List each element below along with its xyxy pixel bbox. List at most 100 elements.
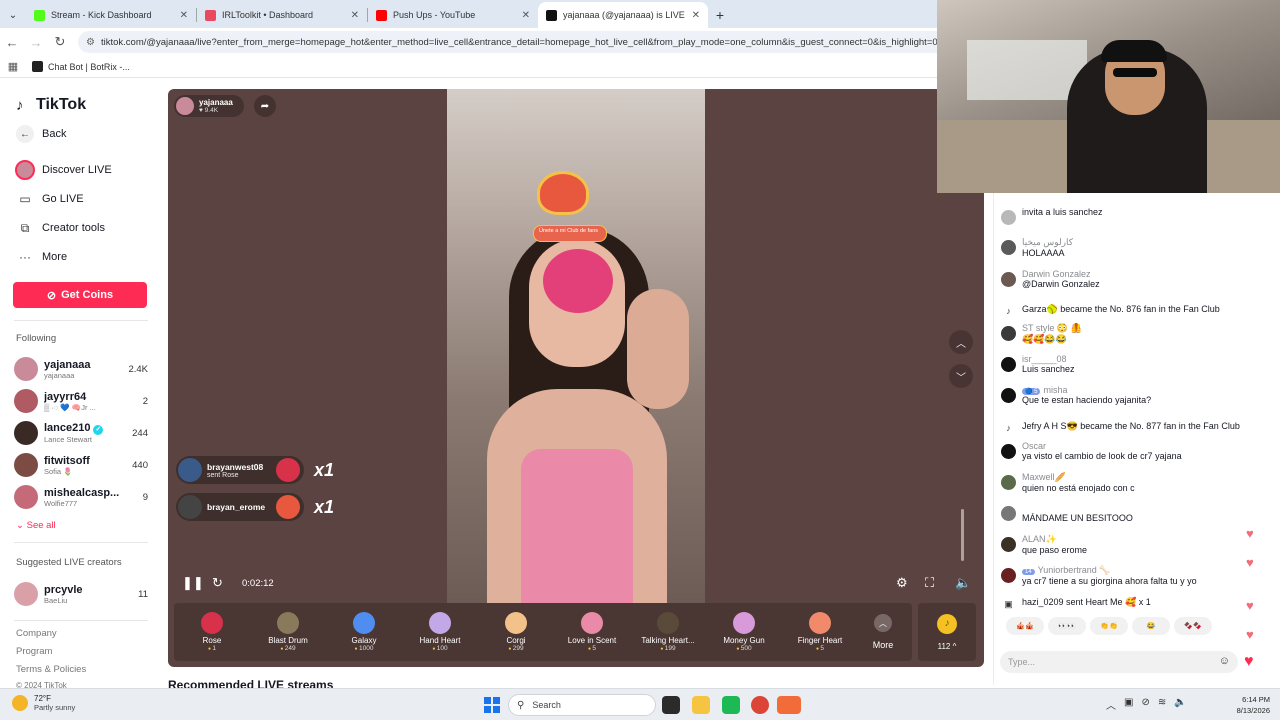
task-view-icon[interactable]: [662, 696, 680, 714]
chat-text: Garza🥎 became the No. 876 fan in the Fan…: [1022, 304, 1220, 314]
gift-blast-drum[interactable]: Blast Drum249: [250, 603, 326, 661]
refresh-icon[interactable]: ↻: [212, 575, 223, 591]
reload-icon[interactable]: ↻: [48, 34, 72, 50]
chat-username[interactable]: ST style 😳 🦺: [1022, 323, 1082, 334]
fullscreen-icon[interactable]: ⛶: [925, 575, 934, 591]
nav-more[interactable]: ··· More: [14, 247, 67, 267]
windows-taskbar: 72°F Partly sunny ⚲ Search ︿ ▣ ⊘ ≋ 🔈 6:1…: [0, 688, 1280, 720]
wifi-icon[interactable]: ≋: [1158, 697, 1166, 712]
clock[interactable]: 6:14 PM 8/13/2026: [1220, 694, 1270, 716]
following-name: jayyrr64: [44, 390, 87, 403]
taskbar-search[interactable]: ⚲ Search: [508, 694, 656, 716]
quick-reaction[interactable]: 🍫🍫: [1174, 617, 1212, 635]
settings-icon[interactable]: ⚙: [896, 575, 908, 591]
avatar: [1001, 388, 1016, 403]
active-app-icon[interactable]: [777, 696, 801, 714]
tray-app-icon[interactable]: ▣: [1124, 697, 1133, 712]
chat-username[interactable]: [1022, 503, 1133, 513]
new-tab-button[interactable]: +: [708, 2, 732, 28]
following-item-lance210[interactable]: lance210 ✓ Lance Stewart 244: [14, 418, 148, 448]
live-video[interactable]: Únete a mi Club de fans: [447, 89, 705, 603]
live-player[interactable]: Únete a mi Club de fans yajanaaa ♥ 9.4K …: [168, 89, 984, 667]
browser-tab-irltoolkit[interactable]: IRLToolkit • Dashboard ✕: [197, 2, 367, 28]
nav-go-live[interactable]: ▭ Go LIVE: [14, 189, 83, 209]
see-all-link[interactable]: ⌄ See all: [16, 520, 56, 531]
browser-tab-tiktok[interactable]: yajanaaa (@yajanaaa) is LIVE ✕: [538, 2, 708, 28]
volume-slider[interactable]: [961, 509, 964, 561]
apps-grid-icon[interactable]: ▦: [0, 60, 26, 73]
coin-balance[interactable]: ♪ 112 ^: [918, 603, 976, 661]
following-item-jayyrr64[interactable]: jayyrr64 ▒ ·◌ 💙 🧠Jr ... 2: [14, 386, 148, 416]
divider: [14, 320, 148, 321]
nav-discover-live[interactable]: Discover LIVE: [14, 160, 112, 180]
gift-corgi[interactable]: Corgi299: [478, 603, 554, 661]
avatar: [178, 458, 202, 482]
quick-reaction[interactable]: 👀👀: [1048, 617, 1086, 635]
gift-money-gun[interactable]: Money Gun500: [706, 603, 782, 661]
tray-chevron-icon[interactable]: ︿: [1106, 697, 1116, 712]
following-item-yajanaaa[interactable]: yajanaaa yajanaaa 2.4K: [14, 354, 148, 384]
browser-tab-kick[interactable]: Stream - Kick Dashboard ✕: [26, 2, 196, 28]
browser-tab-youtube[interactable]: Push Ups - YouTube ✕: [368, 2, 538, 28]
footer-program-link[interactable]: Program: [16, 646, 52, 657]
app-icon[interactable]: [722, 696, 740, 714]
chat-username[interactable]: Darwin Gonzalez: [1022, 269, 1100, 279]
gift-galaxy[interactable]: Galaxy1000: [326, 603, 402, 661]
speaker-icon[interactable]: 🔈: [1174, 697, 1186, 712]
file-explorer-icon[interactable]: [692, 696, 710, 714]
chat-username[interactable]: isr_____08: [1022, 354, 1075, 364]
chrome-icon[interactable]: [751, 696, 769, 714]
chat-username[interactable]: Maxwell🥖: [1022, 472, 1135, 483]
tab-close-icon[interactable]: ✕: [180, 10, 188, 21]
more-gifts-button[interactable]: ︿ More: [858, 603, 908, 661]
chat-panel: invita a luis sanchez كارلوس ميخيا HOLAAA…: [993, 193, 1273, 685]
tab-search-menu-icon[interactable]: ⌄: [0, 2, 26, 28]
chat-username[interactable]: Yuniorbertrand 🦴: [1038, 565, 1111, 575]
previous-live-icon[interactable]: ︿: [949, 330, 973, 354]
gift-talking-heart[interactable]: Talking Heart...199: [630, 603, 706, 661]
quick-reaction[interactable]: 🎪🎪: [1006, 617, 1044, 635]
suggested-item-prcyvle[interactable]: prcyvle BaeLiu 11: [14, 579, 148, 609]
quick-reaction[interactable]: 👏👏: [1090, 617, 1128, 635]
gift-name: Corgi: [506, 636, 526, 645]
bookmark-chatbot[interactable]: Chat Bot | BotRix -...: [32, 61, 130, 72]
chat-system-message: ♪ Jefry A H S😎 became the No. 877 fan in…: [1001, 418, 1263, 436]
following-item-mishealcasp[interactable]: misheal​casp... Wolfie777 9: [14, 482, 148, 512]
back-nav-icon[interactable]: ←: [0, 35, 24, 50]
tab-close-icon[interactable]: ✕: [692, 10, 700, 21]
video-scene: [627, 289, 689, 409]
host-chip[interactable]: yajanaaa ♥ 9.4K: [174, 95, 244, 117]
gift-finger-heart[interactable]: Finger Heart5: [782, 603, 858, 661]
tiktok-logo[interactable]: ♪ TikTok: [16, 96, 86, 114]
tab-close-icon[interactable]: ✕: [522, 10, 530, 21]
chat-input[interactable]: Type... ☺: [1000, 651, 1238, 673]
gift-love-in-scent[interactable]: Love in Scent5: [554, 603, 630, 661]
following-item-fitwitsoff[interactable]: fitwitsoff Sofia 🌷 440: [14, 450, 148, 480]
tab-close-icon[interactable]: ✕: [351, 10, 359, 21]
nav-creator-tools[interactable]: ⧉ Creator tools: [14, 218, 105, 238]
nav-back[interactable]: ← Back: [14, 124, 66, 144]
forward-nav-icon[interactable]: →: [24, 35, 48, 50]
gift-hand-heart[interactable]: Hand Heart100: [402, 603, 478, 661]
chat-username[interactable]: Oscar: [1022, 441, 1182, 451]
footer-terms-link[interactable]: Terms & Policies: [16, 664, 86, 675]
gift-rose[interactable]: Rose1: [174, 603, 250, 661]
pause-icon[interactable]: ❚❚: [182, 575, 204, 591]
get-coins-button[interactable]: ⊘ Get Coins: [13, 282, 147, 308]
next-live-icon[interactable]: ﹀: [949, 364, 973, 388]
windows-start-icon[interactable]: [484, 697, 500, 713]
site-info-icon[interactable]: ⚙: [86, 37, 95, 48]
video-camera-icon: ▭: [19, 192, 31, 206]
share-icon[interactable]: ➦: [254, 95, 276, 117]
footer-company-link[interactable]: Company: [16, 628, 57, 639]
emoji-icon[interactable]: ☺: [1219, 655, 1230, 667]
network-icon[interactable]: ⊘: [1141, 697, 1149, 712]
chat-username[interactable]: misha: [1043, 385, 1067, 395]
like-heart-icon[interactable]: ♥: [1244, 653, 1254, 671]
quick-reaction[interactable]: 😂: [1132, 617, 1170, 635]
chat-username[interactable]: ALAN✨: [1022, 534, 1087, 545]
level-badge: 14: [1022, 569, 1035, 575]
chat-username[interactable]: كارلوس ميخيا: [1022, 237, 1073, 248]
volume-icon[interactable]: 🔈: [955, 575, 971, 591]
weather-widget[interactable]: 72°F Partly sunny: [12, 694, 75, 712]
